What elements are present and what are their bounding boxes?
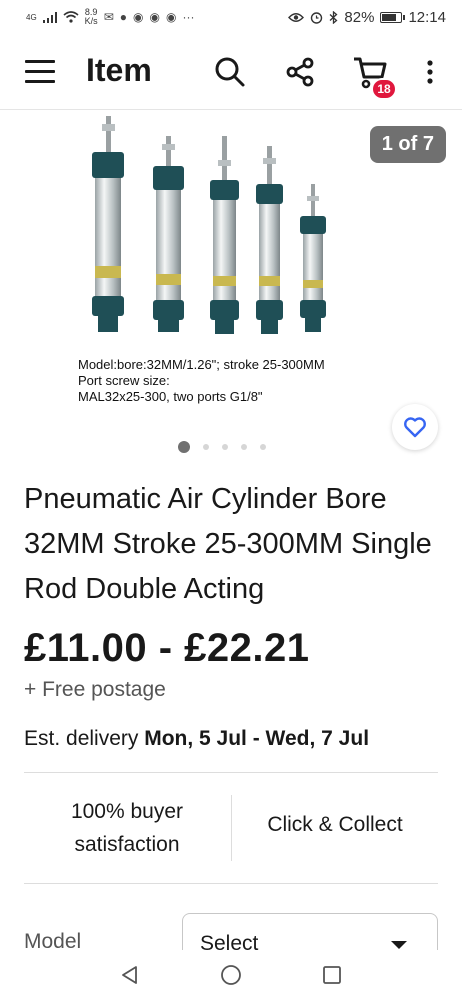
- more-options-icon[interactable]: [412, 54, 448, 90]
- bluetooth-icon: [329, 10, 338, 24]
- buyer-satisfaction: 100% buyer satisfaction: [24, 795, 230, 861]
- satisfaction-line: 100% buyer: [70, 800, 184, 823]
- chrome-icon: ◉: [149, 10, 160, 24]
- delivery-dates: Mon, 5 Jul - Wed, 7 Jul: [144, 727, 370, 750]
- wifi-icon: [63, 11, 79, 23]
- product-image-gallery[interactable]: 1 of 7 Model:bore:32MM/1.26"; stroke 25-…: [0, 112, 462, 450]
- battery-percent: 82%: [344, 8, 375, 26]
- battery-icon: [380, 11, 406, 23]
- cart-count-badge: 18: [371, 78, 397, 100]
- status-right: 82% 12:14: [288, 9, 446, 26]
- carousel-dot[interactable]: [241, 444, 247, 450]
- divider: [24, 883, 438, 884]
- system-nav-bar: [0, 950, 462, 1000]
- caption-line: Model:bore:32MM/1.26"; stroke 25-300MM: [78, 357, 325, 372]
- product-title: Pneumatic Air Cylinder Bore 32MM Stroke …: [24, 483, 432, 605]
- carousel-dot-active[interactable]: [178, 441, 190, 453]
- search-icon[interactable]: [212, 54, 248, 90]
- browser-icon: ◉: [133, 10, 144, 24]
- chrome-icon-2: ◉: [165, 10, 177, 24]
- image-caption: Model:bore:32MM/1.26"; stroke 25-300MM P…: [78, 357, 325, 405]
- click-and-collect: Click & Collect: [267, 813, 403, 836]
- app-header: Item 18: [0, 34, 462, 110]
- watch-button[interactable]: [392, 404, 438, 450]
- chevron-down-icon: [391, 941, 407, 949]
- home-icon[interactable]: [220, 964, 242, 986]
- recents-icon[interactable]: [322, 965, 342, 985]
- network-speed: 8.9 K/s: [85, 8, 98, 26]
- facebook-icon: ●: [119, 10, 127, 24]
- carousel-dot[interactable]: [222, 444, 228, 450]
- delivery-label: Est. delivery: [24, 727, 145, 750]
- carousel-dot[interactable]: [260, 444, 266, 450]
- clock: 12:14: [408, 8, 446, 26]
- product-image: [92, 116, 326, 334]
- delivery-estimate: Est. delivery Mon, 5 Jul - Wed, 7 Jul: [24, 727, 369, 751]
- heart-icon: [404, 417, 426, 438]
- caption-line: MAL32x25-300, two ports G1/8": [78, 389, 263, 404]
- features-row: 100% buyer satisfaction Click & Collect: [24, 773, 438, 881]
- share-icon[interactable]: [282, 54, 318, 90]
- image-counter: 1 of 7: [369, 126, 446, 163]
- carousel-dot[interactable]: [203, 444, 209, 450]
- signal-icon: [42, 11, 57, 23]
- status-bar: 4G 8.9 K/s ✉ ● ◉ ◉ ◉ ··· 82% 12:14: [0, 0, 462, 34]
- postage-info: + Free postage: [24, 678, 166, 701]
- status-left: 4G 8.9 K/s ✉ ● ◉ ◉ ◉ ···: [26, 8, 194, 26]
- alarm-icon: [311, 11, 323, 24]
- carousel-dots: [178, 441, 266, 453]
- network-type: 4G: [26, 12, 37, 22]
- product-price: £11.00 - £22.21: [24, 626, 310, 670]
- satisfaction-line: satisfaction: [74, 833, 180, 856]
- page-title: Item: [86, 52, 152, 88]
- eye-icon: [288, 12, 305, 22]
- gmail-icon: ✉: [103, 10, 114, 24]
- more-notifications-icon: ···: [182, 10, 195, 24]
- back-icon[interactable]: [120, 965, 140, 985]
- network-speed-unit: K/s: [84, 16, 98, 26]
- caption-line: Port screw size:: [78, 373, 170, 388]
- menu-icon[interactable]: [25, 60, 55, 84]
